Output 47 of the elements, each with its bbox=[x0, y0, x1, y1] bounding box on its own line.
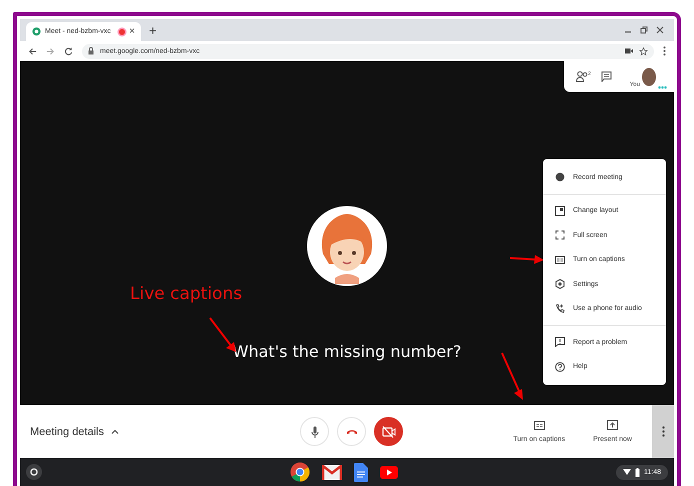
tab-close-button[interactable]: × bbox=[129, 26, 135, 37]
chrome-logo-icon[interactable] bbox=[290, 462, 310, 482]
dot-icon bbox=[555, 172, 565, 182]
annotation-label: Live captions bbox=[130, 284, 242, 304]
restore-icon[interactable] bbox=[640, 26, 648, 34]
kebab-menu-icon[interactable] bbox=[663, 46, 666, 56]
document-icon[interactable] bbox=[354, 462, 368, 482]
annotation-arrow bbox=[510, 253, 544, 265]
camera-off-button[interactable] bbox=[374, 417, 403, 446]
report-icon bbox=[555, 337, 565, 348]
star-icon[interactable] bbox=[639, 46, 648, 56]
captions-icon bbox=[534, 420, 545, 430]
layout-icon bbox=[555, 206, 565, 216]
kebab-menu-icon bbox=[662, 426, 664, 437]
meeting-details-button[interactable]: Meeting details bbox=[20, 426, 300, 438]
chevron-up-icon bbox=[111, 429, 119, 434]
launcher-circle-icon bbox=[30, 468, 38, 476]
wifi-icon bbox=[623, 469, 631, 475]
chat-icon[interactable] bbox=[600, 71, 612, 82]
people-icon bbox=[576, 71, 588, 82]
annotation-arrow bbox=[500, 351, 526, 401]
avatar-placeholder bbox=[642, 68, 656, 86]
hang-up-button[interactable] bbox=[337, 417, 366, 446]
phone-hang-up-icon bbox=[346, 428, 358, 434]
play-logo-icon[interactable] bbox=[380, 466, 398, 478]
more-dots-icon[interactable] bbox=[658, 86, 667, 89]
captions-icon bbox=[555, 254, 565, 265]
phone-icon bbox=[555, 304, 565, 314]
people-button[interactable]: 2 bbox=[576, 71, 591, 82]
lock-icon bbox=[88, 47, 94, 55]
launcher-button[interactable] bbox=[26, 464, 42, 480]
reload-icon[interactable] bbox=[64, 46, 73, 56]
settings-icon bbox=[555, 279, 565, 290]
microphone-button[interactable] bbox=[300, 417, 329, 446]
back-arrow-icon[interactable] bbox=[28, 46, 37, 56]
mail-logo-icon[interactable] bbox=[322, 464, 342, 480]
help-icon bbox=[555, 362, 565, 372]
present-screen-icon bbox=[607, 420, 618, 430]
camera-off-icon bbox=[382, 426, 396, 438]
battery-icon bbox=[635, 468, 640, 476]
close-icon[interactable] bbox=[656, 26, 664, 34]
camera-icon[interactable] bbox=[625, 48, 633, 54]
microphone-icon bbox=[310, 426, 318, 438]
new-tab-button[interactable]: + bbox=[149, 24, 157, 36]
live-caption-text: What's the missing number? bbox=[232, 342, 462, 361]
meet-logo-icon bbox=[32, 27, 41, 36]
fullscreen-icon bbox=[555, 230, 565, 240]
